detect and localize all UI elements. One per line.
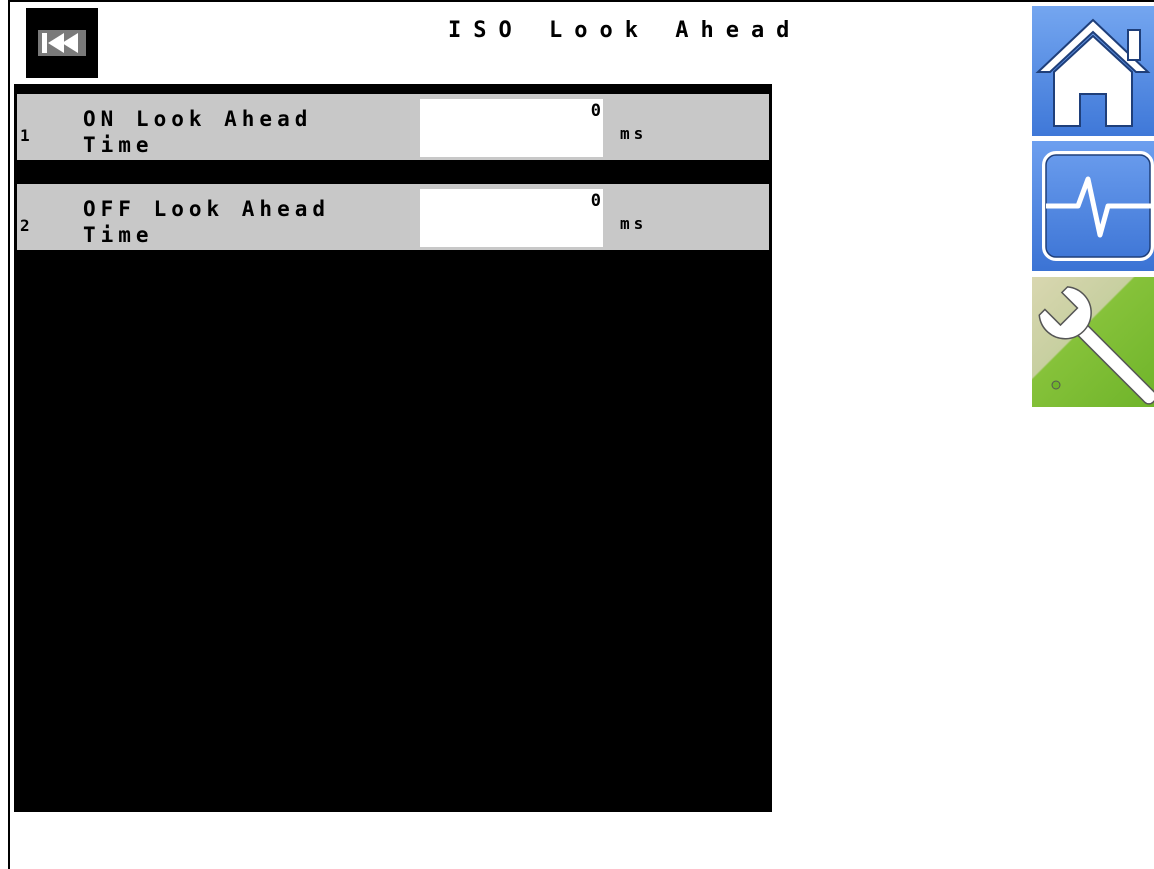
setting-row-off-look-ahead[interactable]: 2 OFF Look Ahead Time 0 ms: [17, 184, 769, 250]
pulse-icon: [1042, 151, 1154, 261]
row-label-line1: ON Look Ahead: [83, 107, 313, 131]
unit-label: ms: [620, 214, 648, 233]
wrench-icon: [1038, 286, 1154, 405]
unit-label: ms: [620, 124, 648, 143]
row-label-line2: Time: [83, 223, 154, 247]
frame-top-border: [8, 0, 1154, 2]
tools-button[interactable]: [1032, 277, 1154, 407]
value-text: 0: [590, 101, 601, 121]
page-title: ISO Look Ahead: [448, 18, 802, 43]
frame-left-border: [8, 0, 10, 869]
row-label: ON Look Ahead Time: [83, 106, 312, 158]
row-label-line1: OFF Look Ahead: [83, 197, 331, 221]
row-index: 2: [20, 216, 30, 235]
value-input-off-look-ahead[interactable]: 0: [420, 189, 603, 247]
diagnostics-button[interactable]: [1032, 141, 1154, 271]
row-label-line2: Time: [83, 133, 154, 157]
value-text: 0: [590, 191, 601, 211]
settings-panel: 1 ON Look Ahead Time 0 ms 2 OFF Look Ahe…: [14, 84, 772, 812]
setting-row-on-look-ahead[interactable]: 1 ON Look Ahead Time 0 ms: [17, 94, 769, 160]
row-label: OFF Look Ahead Time: [83, 196, 330, 248]
home-icon: [1035, 18, 1151, 127]
row-index: 1: [20, 126, 30, 145]
back-button[interactable]: [26, 8, 98, 78]
value-input-on-look-ahead[interactable]: 0: [420, 99, 603, 157]
home-button[interactable]: [1032, 6, 1154, 136]
skip-back-icon: [38, 30, 86, 56]
